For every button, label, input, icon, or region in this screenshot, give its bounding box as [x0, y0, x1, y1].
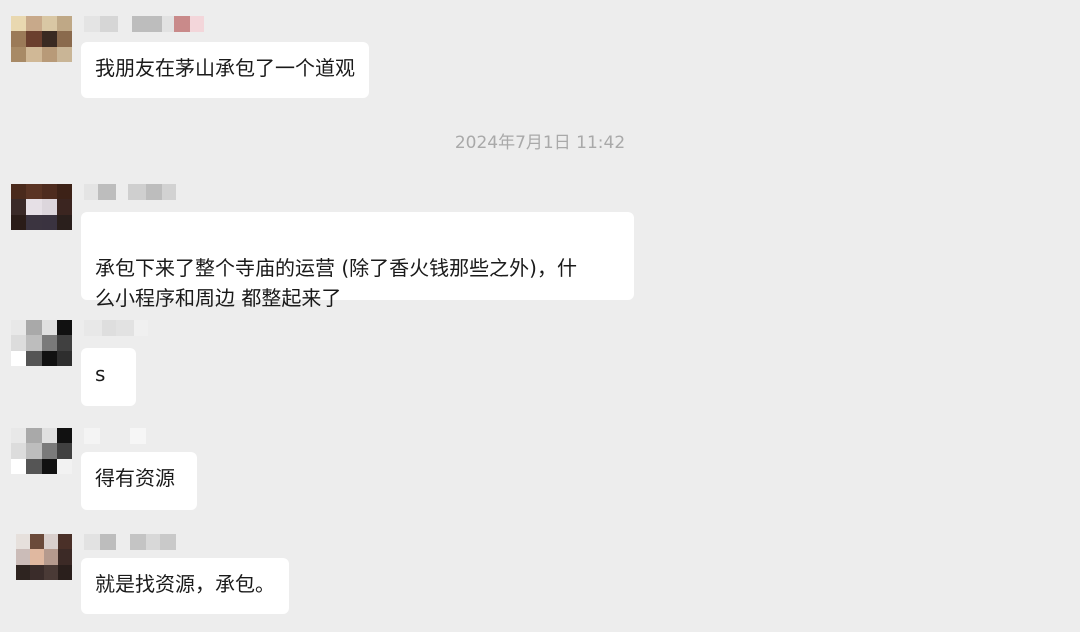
avatar[interactable] — [11, 184, 72, 230]
message-text: s — [95, 362, 106, 386]
message-text: 承包下来了整个寺庙的运营 (除了香火钱那些之外)，什 么小程序和周边 都整起来了 — [95, 256, 577, 310]
message-text: 得有资源 — [95, 466, 175, 490]
message-text: 我朋友在茅山承包了一个道观 — [95, 56, 355, 80]
chat-history[interactable]: 我朋友在茅山承包了一个道观 2024年7月1日 11:42 承包下来了整个寺庙的… — [0, 0, 1080, 632]
message-bubble[interactable]: 承包下来了整个寺庙的运营 (除了香火钱那些之外)，什 么小程序和周边 都整起来了 — [81, 212, 634, 310]
avatar[interactable] — [11, 16, 72, 62]
avatar[interactable] — [11, 320, 72, 366]
sender-name-blurred — [84, 534, 176, 550]
message-text: 就是找资源，承包。 — [95, 572, 275, 596]
message-bubble[interactable]: 我朋友在茅山承包了一个道观 — [81, 42, 369, 98]
message-bubble[interactable]: s — [81, 348, 136, 406]
message-bubble[interactable]: 就是找资源，承包。 — [81, 558, 289, 614]
message-bubble[interactable]: 得有资源 — [81, 452, 197, 510]
avatar[interactable] — [11, 428, 72, 474]
sender-name-blurred — [84, 320, 148, 336]
sender-name-blurred — [84, 16, 204, 32]
sender-name-blurred — [84, 428, 146, 444]
avatar[interactable] — [16, 534, 72, 580]
timestamp: 2024年7月1日 11:42 — [454, 133, 626, 153]
sender-name-blurred — [84, 184, 176, 200]
